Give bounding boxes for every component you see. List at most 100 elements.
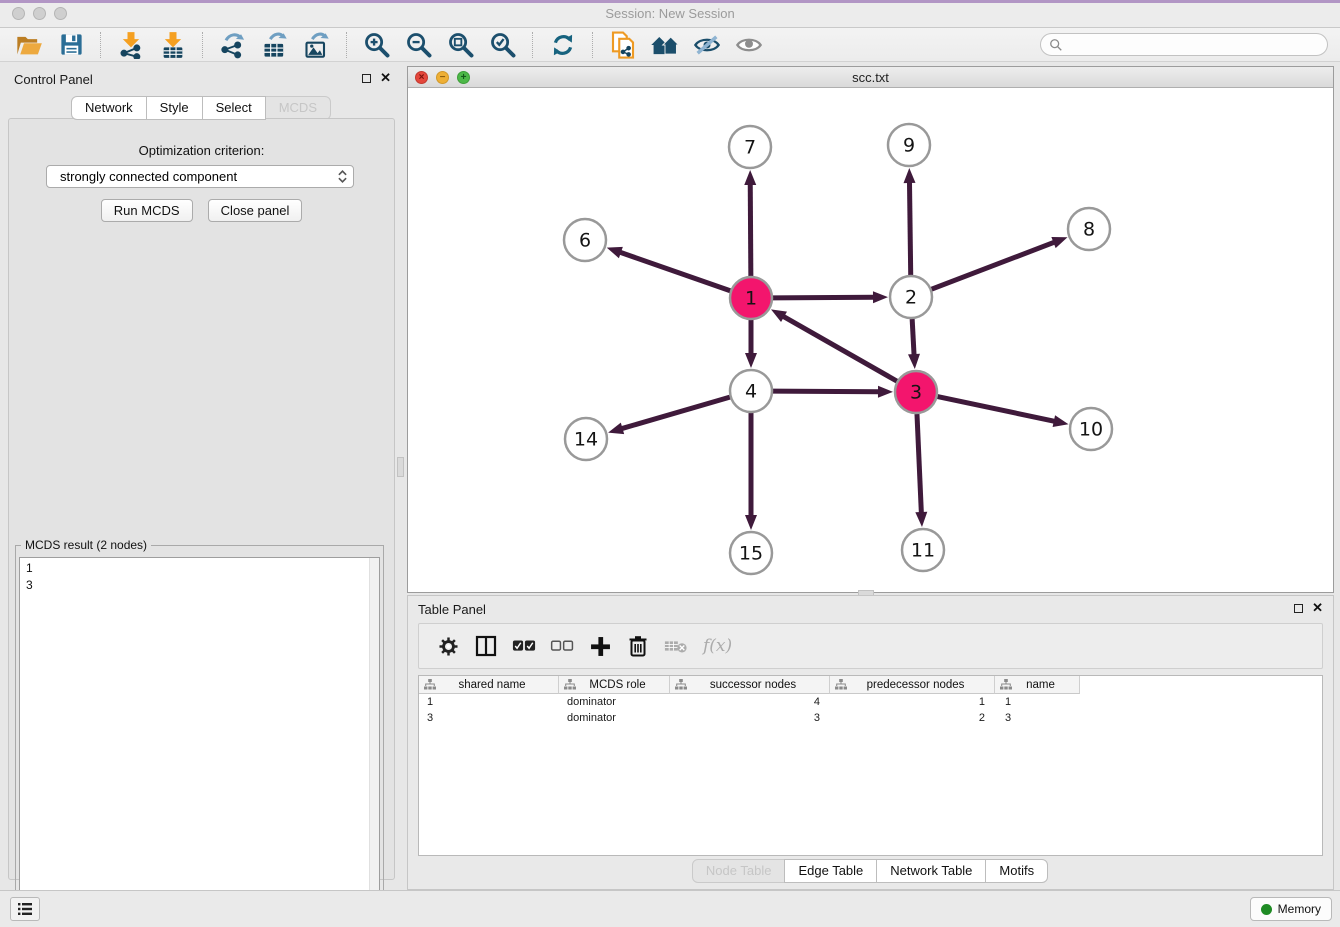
graph-node-label: 4 bbox=[745, 381, 757, 403]
table-body: 1dominator4113dominator323 bbox=[419, 694, 1322, 726]
unchecked-boxes-icon bbox=[550, 639, 574, 653]
column-header-successor-nodes[interactable]: successor nodes bbox=[670, 676, 830, 694]
graph-edge-4-3[interactable] bbox=[773, 391, 880, 392]
table-cell[interactable]: 1 bbox=[419, 696, 559, 708]
node-table[interactable]: shared nameMCDS rolesuccessor nodesprede… bbox=[418, 675, 1323, 856]
result-scrollbar[interactable] bbox=[369, 558, 379, 917]
create-column-button[interactable] bbox=[583, 630, 617, 662]
network-canvas[interactable]: 1234678910111415 bbox=[408, 88, 1333, 592]
columns-icon bbox=[475, 635, 497, 657]
zoom-fit-icon bbox=[447, 31, 475, 59]
dropdown-stepper-icon bbox=[331, 170, 353, 183]
graph-edge-4-14[interactable] bbox=[621, 397, 730, 429]
zoom-out-icon bbox=[405, 31, 433, 59]
refresh-icon bbox=[549, 31, 577, 59]
zoom-selected-button[interactable] bbox=[487, 30, 519, 60]
edge-arrowhead bbox=[915, 512, 927, 527]
edge-arrowhead bbox=[745, 353, 757, 368]
control-panel: Control Panel ✕ Network Style Select MCD… bbox=[8, 68, 395, 882]
export-table-button[interactable] bbox=[259, 30, 291, 60]
delete-table-button bbox=[659, 630, 693, 662]
graph-edge-1-6[interactable] bbox=[619, 252, 730, 291]
graph-edge-3-10[interactable] bbox=[938, 397, 1056, 422]
table-cell[interactable]: dominator bbox=[559, 696, 670, 708]
mcds-result-item: 1 bbox=[26, 560, 369, 577]
plus-icon bbox=[590, 636, 611, 657]
eye-slash-icon bbox=[692, 31, 722, 59]
graph-edge-2-3[interactable] bbox=[912, 319, 914, 356]
search-icon bbox=[1049, 38, 1063, 52]
hide-selected-button[interactable] bbox=[691, 30, 723, 60]
graph-node-label: 3 bbox=[910, 382, 922, 404]
refresh-button[interactable] bbox=[547, 30, 579, 60]
network-window-titlebar[interactable]: × − + scc.txt bbox=[408, 67, 1333, 88]
column-header-name[interactable]: name bbox=[995, 676, 1080, 694]
import-network-button[interactable] bbox=[115, 30, 147, 60]
run-mcds-button[interactable]: Run MCDS bbox=[101, 199, 193, 222]
tab-node-table[interactable]: Node Table bbox=[692, 859, 786, 883]
open-session-button[interactable] bbox=[13, 30, 45, 60]
graph-edge-3-11[interactable] bbox=[917, 414, 921, 514]
network-window-title: scc.txt bbox=[408, 70, 1333, 85]
close-panel-icon[interactable]: ✕ bbox=[380, 73, 391, 83]
search-input[interactable] bbox=[1068, 37, 1312, 53]
memory-button[interactable]: Memory bbox=[1250, 897, 1332, 921]
float-panel-icon[interactable] bbox=[362, 74, 371, 83]
zoom-out-button[interactable] bbox=[403, 30, 435, 60]
table-row[interactable]: 3dominator323 bbox=[419, 710, 1322, 726]
close-table-panel-icon[interactable]: ✕ bbox=[1312, 603, 1323, 613]
clear-all-columns-button[interactable] bbox=[545, 630, 579, 662]
table-cell[interactable]: 1 bbox=[830, 696, 995, 708]
mcds-result-list: 13 bbox=[20, 558, 369, 917]
column-header-MCDS-role[interactable]: MCDS role bbox=[559, 676, 670, 694]
table-settings-button[interactable] bbox=[431, 630, 465, 662]
table-cell[interactable]: dominator bbox=[559, 712, 670, 724]
show-columns-button[interactable] bbox=[469, 630, 503, 662]
tab-mcds[interactable]: MCDS bbox=[265, 96, 331, 120]
table-cell[interactable]: 3 bbox=[670, 712, 830, 724]
zoom-in-button[interactable] bbox=[361, 30, 393, 60]
table-cell[interactable]: 4 bbox=[670, 696, 830, 708]
table-cell[interactable]: 2 bbox=[830, 712, 995, 724]
graph-node-label: 14 bbox=[574, 429, 598, 451]
control-panel-title: Control Panel bbox=[14, 72, 93, 87]
zoom-fit-button[interactable] bbox=[445, 30, 477, 60]
import-table-button[interactable] bbox=[157, 30, 189, 60]
first-neighbors-button[interactable] bbox=[649, 30, 681, 60]
table-cell[interactable]: 3 bbox=[995, 712, 1080, 724]
column-header-predecessor-nodes[interactable]: predecessor nodes bbox=[830, 676, 995, 694]
graph-edge-1-7[interactable] bbox=[750, 183, 751, 276]
delete-column-button[interactable] bbox=[621, 630, 655, 662]
select-all-columns-button[interactable] bbox=[507, 630, 541, 662]
close-panel-button[interactable]: Close panel bbox=[208, 199, 303, 222]
task-history-button[interactable] bbox=[10, 897, 40, 921]
graph-edge-3-1[interactable] bbox=[782, 316, 897, 381]
copy-network-button[interactable] bbox=[607, 30, 639, 60]
table-cell[interactable]: 1 bbox=[995, 696, 1080, 708]
graph-edge-1-2[interactable] bbox=[773, 297, 875, 298]
graph-edge-2-9[interactable] bbox=[909, 181, 910, 275]
list-icon bbox=[17, 902, 33, 916]
tab-network[interactable]: Network bbox=[71, 96, 147, 120]
tab-style[interactable]: Style bbox=[146, 96, 203, 120]
export-image-button[interactable] bbox=[301, 30, 333, 60]
table-row[interactable]: 1dominator411 bbox=[419, 694, 1322, 710]
search-field[interactable] bbox=[1040, 33, 1328, 56]
export-network-button[interactable] bbox=[217, 30, 249, 60]
tab-network-table[interactable]: Network Table bbox=[876, 859, 986, 883]
column-header-shared-name[interactable]: shared name bbox=[419, 676, 559, 694]
optimization-criterion-dropdown[interactable]: strongly connected component bbox=[46, 165, 354, 188]
show-all-button[interactable] bbox=[733, 30, 765, 60]
float-table-panel-icon[interactable] bbox=[1294, 604, 1303, 613]
table-cell[interactable]: 3 bbox=[419, 712, 559, 724]
graph-node-label: 7 bbox=[744, 137, 756, 159]
import-network-icon bbox=[117, 31, 145, 59]
graph-edge-2-8[interactable] bbox=[932, 242, 1056, 289]
vertical-splitter-handle[interactable] bbox=[397, 457, 404, 477]
tab-edge-table[interactable]: Edge Table bbox=[784, 859, 877, 883]
copy-network-icon bbox=[608, 30, 638, 60]
tab-select[interactable]: Select bbox=[202, 96, 266, 120]
save-session-button[interactable] bbox=[55, 30, 87, 60]
tab-motifs[interactable]: Motifs bbox=[985, 859, 1048, 883]
table-toolbar: f(x) bbox=[418, 623, 1323, 669]
